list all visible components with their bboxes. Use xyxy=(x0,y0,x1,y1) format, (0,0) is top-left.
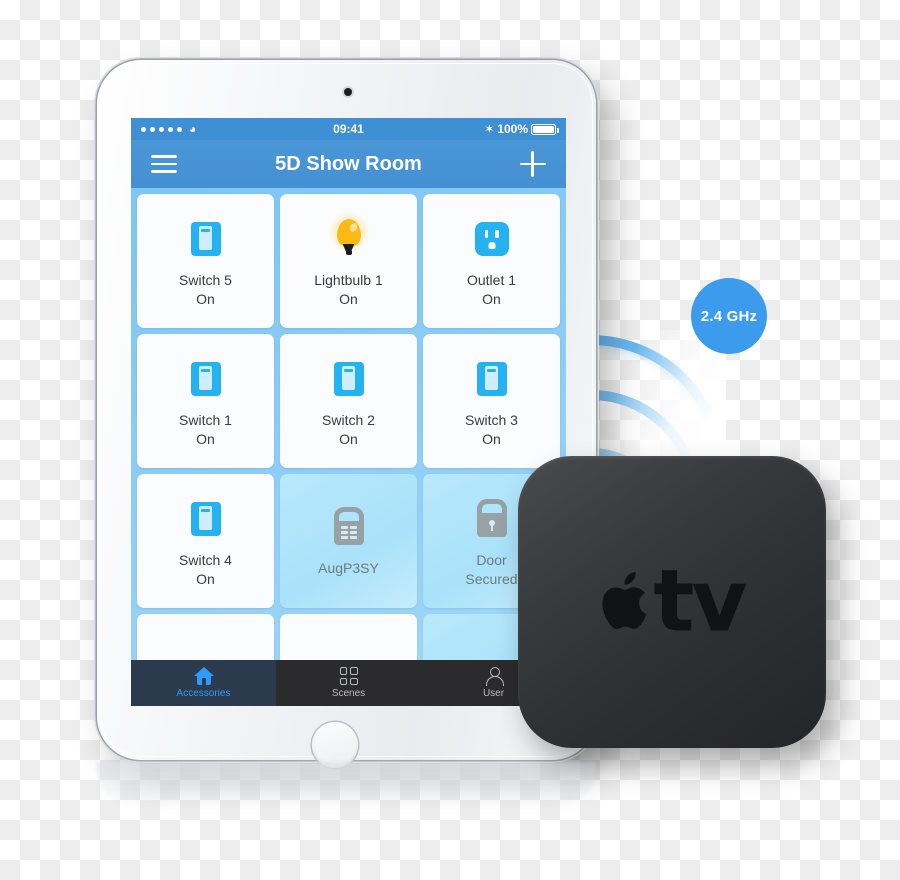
apple-logo-icon xyxy=(599,572,651,632)
status-bar-right: ✶ 100% xyxy=(484,122,559,136)
status-bar: ◕ 09:41 ✶ 100% xyxy=(131,118,566,140)
tab-label: User xyxy=(482,688,505,699)
outlet-icon xyxy=(474,216,509,262)
accessory-state: On xyxy=(482,430,501,447)
frequency-badge-label: 2.4 GHz xyxy=(700,307,758,325)
apple-tv-device: tv xyxy=(518,456,826,748)
lock-keypad-icon xyxy=(332,504,366,550)
accessory-name: Lightbulb 1 xyxy=(314,271,383,288)
front-camera-icon xyxy=(344,88,352,96)
accessory-name: Switch 4 xyxy=(179,551,232,568)
accessory-state: On xyxy=(482,290,501,307)
lightbulb-icon xyxy=(326,209,371,262)
tab-scenes[interactable]: Scenes xyxy=(276,660,421,706)
accessory-name: Switch 1 xyxy=(179,411,232,428)
switch-icon xyxy=(190,216,221,262)
accessory-name: Outlet 1 xyxy=(466,271,517,288)
accessory-card[interactable]: Switch 3 On xyxy=(423,334,560,468)
switch-icon xyxy=(333,356,364,402)
accessory-state: On xyxy=(196,430,215,447)
apple-tv-wordmark: tv xyxy=(653,551,747,652)
accessory-card[interactable]: Switch 1 On xyxy=(137,334,274,468)
accessory-state: On xyxy=(339,290,358,307)
accessory-state: On xyxy=(339,430,358,447)
tablet-reflection xyxy=(97,762,596,808)
accessory-name: AugP3SY xyxy=(318,559,379,576)
tab-label: Scenes xyxy=(331,688,366,699)
frequency-badge: 2.4 GHz xyxy=(691,278,767,354)
switch-icon xyxy=(476,356,507,402)
tab-bar: Accessories Scenes User xyxy=(131,660,566,706)
bluetooth-icon: ✶ xyxy=(484,122,495,136)
accessory-name: Switch 5 xyxy=(179,271,232,288)
accessory-card[interactable]: Switch 4 On xyxy=(137,474,274,608)
grid-icon xyxy=(339,667,358,685)
accessory-name: Switch 2 xyxy=(322,411,375,428)
apple-tv-logo: tv xyxy=(599,551,748,652)
tab-accessories[interactable]: Accessories xyxy=(131,660,276,706)
accessory-card[interactable]: Switch 5 On xyxy=(137,194,274,328)
accessory-state: Secured xyxy=(465,570,518,587)
accessories-grid: Switch 5 On Lightbulb 1 On Outlet 1 On S… xyxy=(131,188,566,706)
switch-icon xyxy=(190,356,221,402)
accessory-name: Switch 3 xyxy=(465,411,518,428)
hamburger-menu-icon[interactable] xyxy=(151,155,177,173)
accessory-state: On xyxy=(196,570,215,587)
user-icon xyxy=(485,667,504,686)
accessory-state: On xyxy=(196,290,215,307)
battery-icon xyxy=(531,123,559,135)
accessories-scroll-area[interactable]: Switch 5 On Lightbulb 1 On Outlet 1 On S… xyxy=(131,188,566,706)
accessory-card[interactable]: Switch 2 On xyxy=(280,334,417,468)
lock-keyhole-icon xyxy=(475,496,509,542)
home-icon xyxy=(193,667,214,685)
switch-icon xyxy=(190,496,221,542)
nav-bar: 5D Show Room xyxy=(131,140,566,188)
page-title: 5D Show Room xyxy=(275,152,422,175)
plus-icon[interactable] xyxy=(519,151,546,177)
accessory-card[interactable]: Outlet 1 On xyxy=(423,194,560,328)
accessory-card[interactable]: Lightbulb 1 On xyxy=(280,194,417,328)
accessory-card[interactable]: AugP3SY xyxy=(280,474,417,608)
accessory-name: Door xyxy=(476,551,507,568)
scene-canvas: 2.4 GHz ◕ 09:41 ✶ 100% 5D Show Room Swit… xyxy=(0,0,900,880)
tablet-screen: ◕ 09:41 ✶ 100% 5D Show Room Switch 5 On … xyxy=(131,118,566,706)
battery-percent-label: 100% xyxy=(497,122,528,136)
tab-label: Accessories xyxy=(176,688,231,699)
